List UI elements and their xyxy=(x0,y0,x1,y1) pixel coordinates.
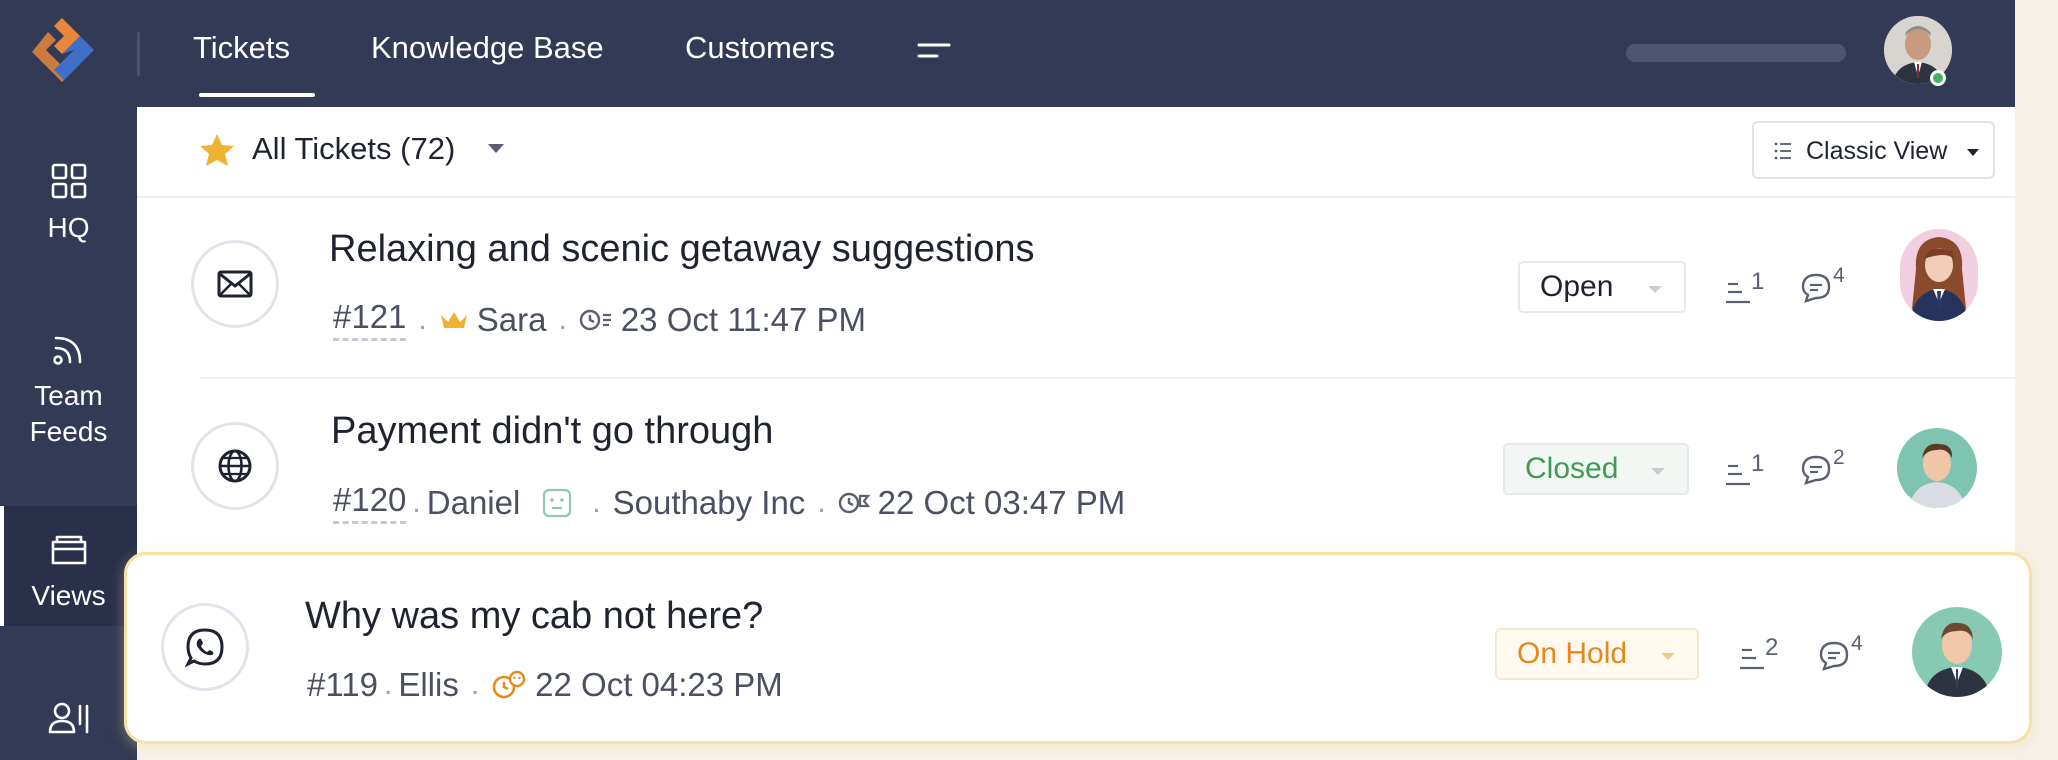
threads-icon xyxy=(1740,648,1764,670)
tab-customers[interactable]: Customers xyxy=(685,30,835,66)
account-name[interactable]: Southaby Inc xyxy=(613,484,806,522)
separator: . xyxy=(817,485,826,519)
row-divider xyxy=(200,377,2015,379)
ticket-subject[interactable]: Payment didn't go through xyxy=(331,410,773,453)
thread-count[interactable]: 1 xyxy=(1724,450,1784,490)
ticket-datetime: 22 Oct 04:23 PM xyxy=(535,666,783,703)
folder-icon xyxy=(51,535,86,565)
classic-view-dropdown[interactable]: Classic View xyxy=(1752,121,1995,179)
separator: . xyxy=(592,485,601,519)
tab-knowledge-base[interactable]: Knowledge Base xyxy=(371,30,604,66)
grid-icon xyxy=(51,163,86,199)
ticket-meta: #120 . Daniel . Southaby Inc . 22 Oct 03… xyxy=(333,481,1125,524)
ticket-datetime: 22 Oct 03:47 PM xyxy=(877,483,1126,521)
subheader-divider xyxy=(137,196,2015,198)
thread-count-value: 2 xyxy=(1765,634,1779,661)
clock-icon xyxy=(579,309,611,330)
ticket-meta: #119 . Ellis . 22 Oct 04:23 PM xyxy=(307,666,783,704)
contact-name[interactable]: Daniel xyxy=(427,484,521,522)
comment-bubble-icon xyxy=(1801,455,1831,485)
separator: . xyxy=(383,668,393,701)
comment-bubble-icon xyxy=(1801,273,1831,303)
online-status-dot xyxy=(1930,70,1946,86)
contact-name[interactable]: Ellis xyxy=(398,666,459,704)
sidebar-item-hq[interactable]: HQ xyxy=(0,162,137,246)
separator: . xyxy=(412,485,421,519)
chevron-down-icon xyxy=(1648,286,1662,293)
status-label: Closed xyxy=(1525,452,1619,485)
sidebar-item-contacts[interactable] xyxy=(0,700,137,736)
list-footer-gap xyxy=(137,744,2015,760)
search-bar[interactable] xyxy=(1626,44,1846,62)
separator: . xyxy=(558,302,567,336)
sidebar-label-feeds: Feeds xyxy=(29,416,108,447)
list-icon xyxy=(1774,142,1791,160)
chevron-down-icon[interactable] xyxy=(488,144,504,153)
sidebar-label-team: Team xyxy=(34,380,103,411)
comment-count-value: 4 xyxy=(1833,264,1845,287)
comment-count[interactable]: 4 xyxy=(1818,632,1878,678)
email-channel-icon xyxy=(191,240,279,328)
status-label: Open xyxy=(1540,270,1614,303)
feeds-icon xyxy=(52,336,81,365)
agent-avatar[interactable] xyxy=(1900,229,1978,321)
view-filter-title[interactable]: All Tickets (72) xyxy=(252,131,455,167)
thread-count-value: 1 xyxy=(1751,450,1765,477)
whatsapp-channel-icon xyxy=(161,603,249,691)
threads-icon xyxy=(1726,282,1750,304)
active-tab-indicator xyxy=(199,93,315,97)
chevron-down-icon xyxy=(1661,653,1675,660)
comment-count-value: 2 xyxy=(1833,446,1845,469)
thread-count-value: 1 xyxy=(1751,268,1765,295)
comment-count[interactable]: 4 xyxy=(1800,264,1860,310)
status-dropdown[interactable]: On Hold xyxy=(1495,628,1699,680)
separator: . xyxy=(470,668,480,701)
ticket-id[interactable]: #119 xyxy=(307,666,378,704)
web-channel-icon xyxy=(191,422,279,510)
clock-flag-icon xyxy=(838,492,870,513)
comment-count[interactable]: 2 xyxy=(1800,446,1860,492)
agent-avatar[interactable] xyxy=(1912,607,2002,697)
ticket-id[interactable]: #120 xyxy=(333,481,407,524)
thread-count[interactable]: 2 xyxy=(1738,634,1798,674)
sidebar-label-hq: HQ xyxy=(47,212,90,243)
app-logo[interactable] xyxy=(24,14,100,90)
neutral-face-icon xyxy=(543,488,572,517)
ticket-datetime: 23 Oct 11:47 PM xyxy=(620,300,867,338)
ticket-meta: #121 . Sara . 23 Oct 11:47 PM xyxy=(333,298,866,341)
ticket-subject[interactable]: Why was my cab not here? xyxy=(305,595,763,638)
sidebar-label-views: Views xyxy=(31,580,106,611)
overdue-clock-icon xyxy=(492,670,526,699)
threads-icon xyxy=(1726,464,1750,486)
comment-count-value: 4 xyxy=(1851,632,1863,655)
tab-tickets[interactable]: Tickets xyxy=(193,30,290,66)
sidebar-item-team-feeds[interactable]: Team Feeds xyxy=(0,330,137,450)
status-label: On Hold xyxy=(1517,637,1628,670)
chevron-down-icon xyxy=(1967,149,1979,156)
comment-bubble-icon xyxy=(1819,641,1849,671)
crown-icon xyxy=(440,311,467,328)
more-menu-icon[interactable] xyxy=(915,36,955,66)
separator: . xyxy=(418,302,427,336)
star-icon[interactable] xyxy=(198,132,236,168)
chevron-down-icon xyxy=(1651,468,1665,475)
sidebar-item-views[interactable]: Views xyxy=(0,532,137,614)
contacts-icon xyxy=(48,702,88,734)
view-label: Classic View xyxy=(1806,137,1948,165)
ticket-subject[interactable]: Relaxing and scenic getaway suggestions xyxy=(329,228,1035,271)
contact-name[interactable]: Sara xyxy=(477,301,547,339)
ticket-id[interactable]: #121 xyxy=(333,298,407,341)
agent-avatar[interactable] xyxy=(1897,428,1977,508)
logo-divider xyxy=(137,32,140,76)
status-dropdown[interactable]: Open xyxy=(1518,261,1686,313)
thread-count[interactable]: 1 xyxy=(1724,268,1784,308)
status-dropdown[interactable]: Closed xyxy=(1503,443,1689,495)
